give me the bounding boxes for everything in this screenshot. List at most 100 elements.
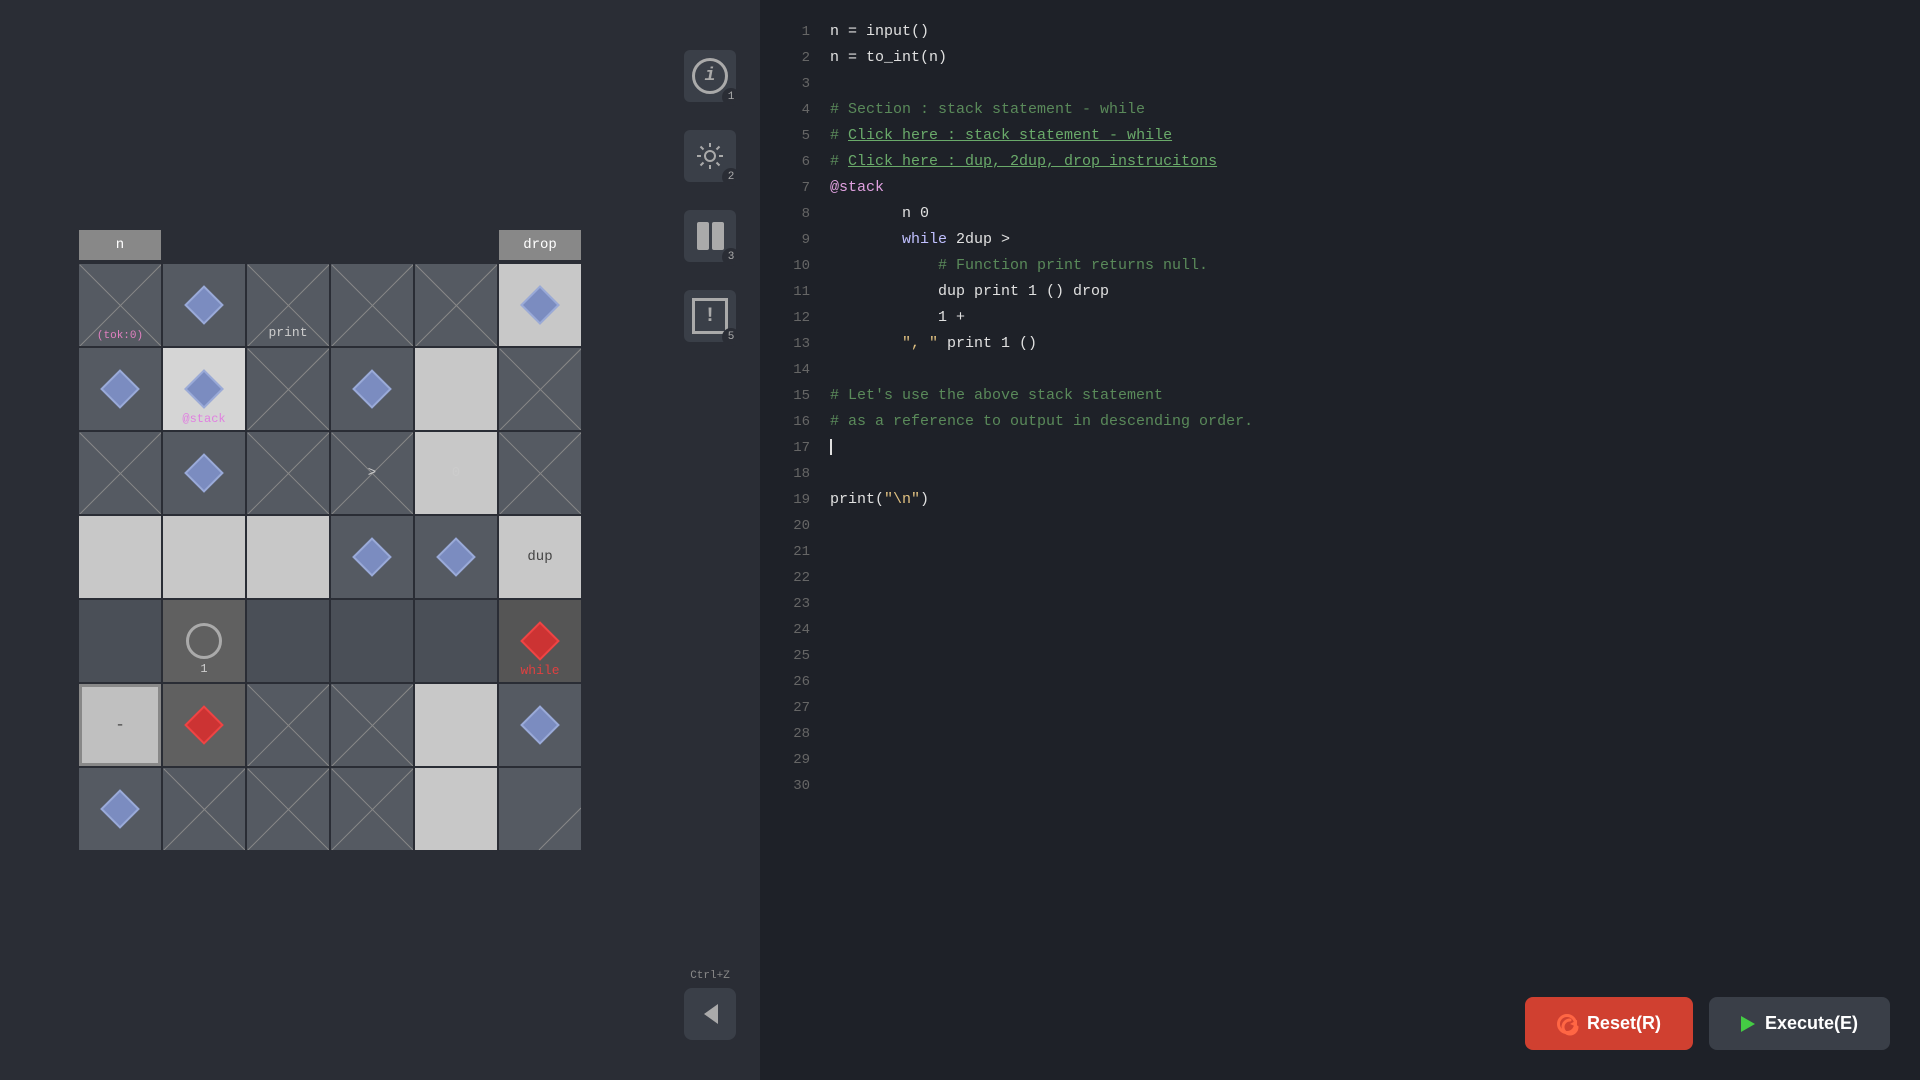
circle-empty: [186, 623, 222, 659]
grid-cell-3-2[interactable]: [163, 432, 245, 514]
grid-cell-6-2[interactable]: [163, 684, 245, 766]
grid-row-5: 1 while: [79, 600, 581, 682]
grid-cell-3-4[interactable]: >: [331, 432, 413, 514]
minus-label: -: [115, 716, 125, 734]
grid-cell-6-6[interactable]: [499, 684, 581, 766]
grid-cell-2-2[interactable]: @stack: [163, 348, 245, 430]
grid-cell-1-2[interactable]: [163, 264, 245, 346]
grid-cell-2-3[interactable]: [247, 348, 329, 430]
grid-cell-2-1[interactable]: [79, 348, 161, 430]
grid-cell-1-4[interactable]: [331, 264, 413, 346]
line-num-19: 19: [780, 488, 810, 511]
grid-cell-3-5[interactable]: 0: [415, 432, 497, 514]
code-content-7: @stack: [830, 176, 884, 200]
code-line-26: 26: [780, 670, 1900, 696]
grid-cell-3-6[interactable]: [499, 432, 581, 514]
grid-cell-4-4[interactable]: [331, 516, 413, 598]
code-line-5: 5 # Click here : stack statement - while: [780, 124, 1900, 150]
diamond-blue-light: [520, 285, 560, 325]
code-line-1: 1 n = input(): [780, 20, 1900, 46]
code-line-8: 8 n 0: [780, 202, 1900, 228]
grid-cell-5-3[interactable]: [247, 600, 329, 682]
code-content-17: [830, 436, 832, 460]
back-icon: [696, 1000, 724, 1028]
code-content-11: dup print 1 () drop: [830, 280, 1109, 304]
right-panel: 1 n = input() 2 n = to_int(n) 3 4 # Sect…: [760, 0, 1920, 1080]
diamond-blue: [352, 369, 392, 409]
reset-icon: [1557, 1014, 1577, 1034]
grid-cell-1-5[interactable]: [415, 264, 497, 346]
code-line-4: 4 # Section : stack statement - while: [780, 98, 1900, 124]
badge-3: 3: [722, 248, 740, 266]
warning-button[interactable]: ! 5: [684, 290, 736, 342]
settings-button[interactable]: 2: [684, 130, 736, 182]
line-num-18: 18: [780, 462, 810, 485]
grid-cell-5-2[interactable]: 1: [163, 600, 245, 682]
tok-label: (tok:0): [97, 330, 143, 342]
code-line-10: 10 # Function print returns null.: [780, 254, 1900, 280]
grid-cell-4-2[interactable]: [163, 516, 245, 598]
code-content-15: # Let's use the above stack statement: [830, 384, 1163, 408]
code-line-17: 17: [780, 436, 1900, 462]
grid-cell-5-6[interactable]: while: [499, 600, 581, 682]
line-num-6: 6: [780, 150, 810, 173]
code-content-19: print("\n"): [830, 488, 929, 512]
header-4: [331, 230, 413, 260]
line-num-26: 26: [780, 670, 810, 693]
atstack-label: @stack: [182, 412, 225, 426]
grid-cell-7-1[interactable]: [79, 768, 161, 850]
grid-cell-1-6[interactable]: [499, 264, 581, 346]
code-line-14: 14: [780, 358, 1900, 384]
grid-cell-7-6[interactable]: [499, 768, 581, 850]
grid-cell-6-3[interactable]: [247, 684, 329, 766]
shortcut-label: Ctrl+Z: [690, 970, 730, 982]
code-line-28: 28: [780, 722, 1900, 748]
grid-cell-5-1[interactable]: [79, 600, 161, 682]
code-line-30: 30: [780, 774, 1900, 800]
grid-cell-5-5[interactable]: [415, 600, 497, 682]
grid-cell-6-5[interactable]: [415, 684, 497, 766]
grid-cell-3-3[interactable]: [247, 432, 329, 514]
line-num-2: 2: [780, 46, 810, 69]
diagonal-lines: [415, 264, 497, 346]
link-5[interactable]: Click here : stack statement - while: [848, 127, 1172, 144]
diagonal-lines: [247, 432, 329, 514]
line-num-4: 4: [780, 98, 810, 121]
grid-cell-4-1[interactable]: [79, 516, 161, 598]
grid-cell-6-4[interactable]: [331, 684, 413, 766]
execute-button[interactable]: Execute(E): [1709, 997, 1890, 1050]
grid-cell-3-1[interactable]: [79, 432, 161, 514]
grid-cell-7-2[interactable]: [163, 768, 245, 850]
grid-cell-1-1[interactable]: (tok:0): [79, 264, 161, 346]
grid-cell-4-3[interactable]: [247, 516, 329, 598]
line-num-7: 7: [780, 176, 810, 199]
grid-cell-6-1[interactable]: -: [79, 684, 161, 766]
grid-cell-2-5[interactable]: [415, 348, 497, 430]
grid-cell-7-4[interactable]: [331, 768, 413, 850]
layout-button[interactable]: 3: [684, 210, 736, 262]
grid-cell-2-6[interactable]: [499, 348, 581, 430]
code-line-13: 13 ", " print 1 (): [780, 332, 1900, 358]
warning-icon: !: [692, 298, 728, 334]
grid-cell-2-4[interactable]: [331, 348, 413, 430]
grid-cell-1-3[interactable]: print: [247, 264, 329, 346]
diamond-red: [520, 621, 560, 661]
reset-button[interactable]: Reset(R): [1525, 997, 1693, 1050]
dup-label: dup: [527, 549, 552, 565]
back-button[interactable]: [684, 988, 736, 1040]
grid-cell-4-6[interactable]: dup: [499, 516, 581, 598]
grid-cell-4-5[interactable]: [415, 516, 497, 598]
grid-row-3: > 0: [79, 432, 581, 514]
line-num-9: 9: [780, 228, 810, 251]
line-num-23: 23: [780, 592, 810, 615]
info-icon: i: [692, 58, 728, 94]
code-line-12: 12 1 +: [780, 306, 1900, 332]
code-content-2: n = to_int(n): [830, 46, 947, 70]
diamond-blue: [184, 369, 224, 409]
grid-cell-5-4[interactable]: [331, 600, 413, 682]
grid-cell-7-3[interactable]: [247, 768, 329, 850]
link-6[interactable]: Click here : dup, 2dup, drop instruciton…: [848, 153, 1217, 170]
code-area[interactable]: 1 n = input() 2 n = to_int(n) 3 4 # Sect…: [780, 10, 1900, 1070]
info-button[interactable]: i 1: [684, 50, 736, 102]
grid-cell-7-5[interactable]: [415, 768, 497, 850]
